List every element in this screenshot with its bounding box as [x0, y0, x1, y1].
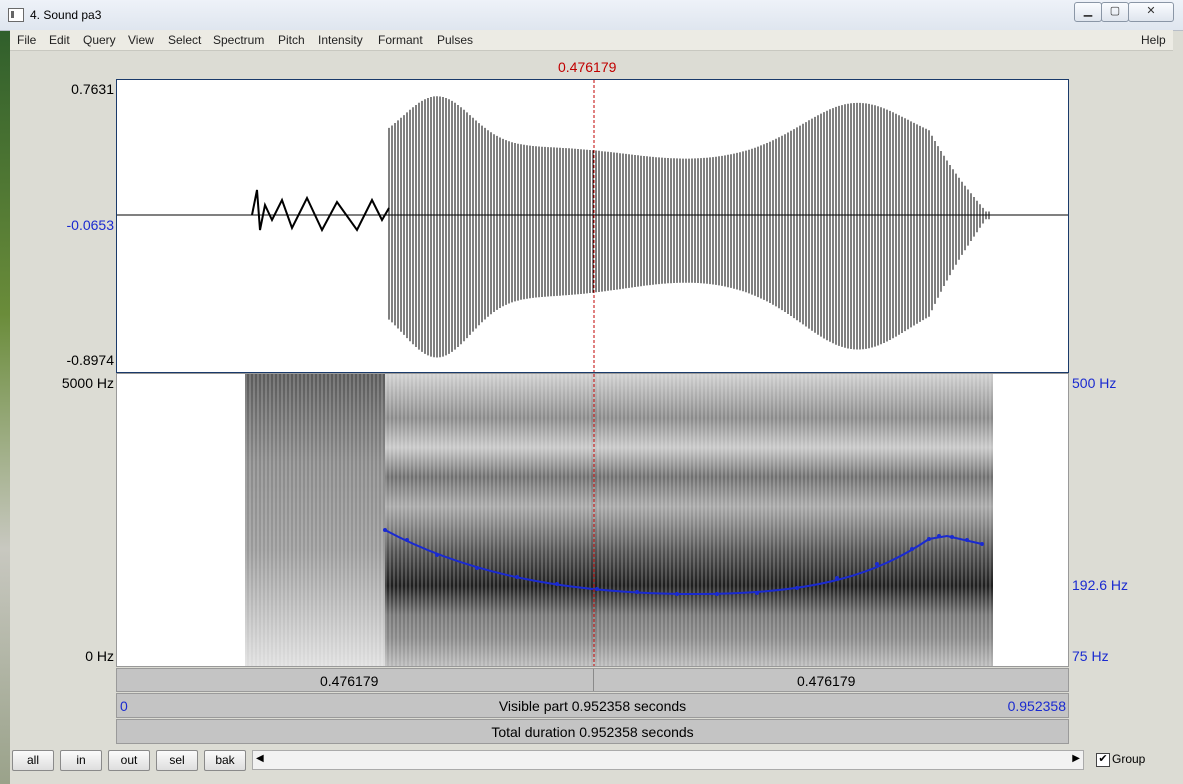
pitch-point [475, 566, 479, 570]
total-duration-bar[interactable]: Total duration 0.952358 seconds [116, 719, 1069, 744]
menu-pulses[interactable]: Pulses [437, 33, 473, 47]
check-icon: ✔ [1098, 753, 1108, 765]
window-title: 4. Sound pa3 [30, 8, 102, 22]
pitch-point [635, 590, 639, 594]
selection-time-bar[interactable]: 0.476179 0.476179 [116, 668, 1069, 692]
close-button[interactable]: ✕ [1128, 2, 1174, 22]
pitch-value-label: 192.6 Hz [1072, 577, 1129, 593]
menu-pitch[interactable]: Pitch [278, 33, 305, 47]
visible-end-label: 0.952358 [1007, 698, 1066, 714]
pitch-point [795, 586, 799, 590]
pitch-bottom-label: 75 Hz [1072, 648, 1109, 664]
menu-edit[interactable]: Edit [49, 33, 70, 47]
pitch-point [595, 587, 599, 591]
spec-bottom-label: 0 Hz [85, 648, 114, 664]
minimize-button[interactable]: ▁ [1074, 2, 1102, 22]
pitch-point [980, 542, 984, 546]
zoom-selection-button[interactable]: sel [156, 750, 198, 771]
waveform-view[interactable] [116, 79, 1069, 373]
title-bar: 4. Sound pa3 ▁ ▢ ✕ [0, 0, 1183, 31]
menu-intensity[interactable]: Intensity [318, 33, 363, 47]
zoom-out-button[interactable]: out [108, 750, 150, 771]
menu-file[interactable]: File [17, 33, 36, 47]
zoom-back-button[interactable]: bak [204, 750, 246, 771]
group-label: Group [1112, 752, 1146, 766]
menu-view[interactable]: View [128, 33, 154, 47]
pitch-point [435, 553, 439, 557]
menu-spectrum[interactable]: Spectrum [213, 33, 264, 47]
scroll-right-icon[interactable]: ▶ [1072, 753, 1080, 764]
spec-top-label: 5000 Hz [61, 375, 114, 391]
pitch-point [715, 592, 719, 596]
wave-min-label: -0.8974 [66, 352, 114, 368]
visible-part-bar[interactable]: 0 Visible part 0.952358 seconds 0.952358 [116, 693, 1069, 718]
zoom-in-button[interactable]: in [60, 750, 102, 771]
menu-query[interactable]: Query [83, 33, 116, 47]
waveform-signal [388, 96, 990, 358]
pitch-top-label: 500 Hz [1072, 375, 1117, 391]
time-right-label: 0.476179 [797, 673, 856, 689]
horizontal-scrollbar[interactable]: ◀ ▶ [252, 750, 1084, 770]
pitch-point [755, 591, 759, 595]
spectrogram-view[interactable] [116, 373, 1069, 667]
group-checkbox[interactable]: ✔ [1096, 753, 1110, 767]
all-button[interactable]: all [12, 750, 54, 771]
waveform-bars [388, 96, 990, 358]
pitch-point [965, 538, 969, 542]
menu-select[interactable]: Select [168, 33, 201, 47]
maximize-button[interactable]: ▢ [1101, 2, 1129, 22]
pitch-point [675, 592, 679, 596]
time-divider [593, 669, 594, 691]
pitch-point [405, 538, 409, 542]
waveform-svg [117, 80, 1068, 372]
pitch-point [515, 575, 519, 579]
pitch-point [910, 547, 914, 551]
menu-help[interactable]: Help [1141, 33, 1166, 47]
time-left-label: 0.476179 [320, 673, 379, 689]
menu-bar: File Edit Query View Select Spectrum Pit… [10, 30, 1173, 51]
app-icon [8, 8, 24, 22]
cursor-time-label: 0.476179 [558, 59, 617, 75]
pitch-point [835, 576, 839, 580]
desktop-edge [0, 0, 10, 784]
wave-max-label: 0.7631 [71, 81, 114, 97]
pitch-point [875, 562, 879, 566]
pitch-point [937, 534, 941, 538]
pitch-point [927, 537, 931, 541]
menu-formant[interactable]: Formant [378, 33, 423, 47]
total-duration-label: Total duration 0.952358 seconds [491, 724, 694, 740]
wave-mid-label: -0.0653 [66, 217, 114, 233]
visible-part-label: Visible part 0.952358 seconds [498, 698, 687, 714]
spectrogram-svg [245, 374, 993, 666]
pitch-point [383, 528, 387, 532]
pitch-point [555, 582, 559, 586]
pitch-point [950, 535, 954, 539]
scroll-left-icon[interactable]: ◀ [256, 753, 264, 764]
